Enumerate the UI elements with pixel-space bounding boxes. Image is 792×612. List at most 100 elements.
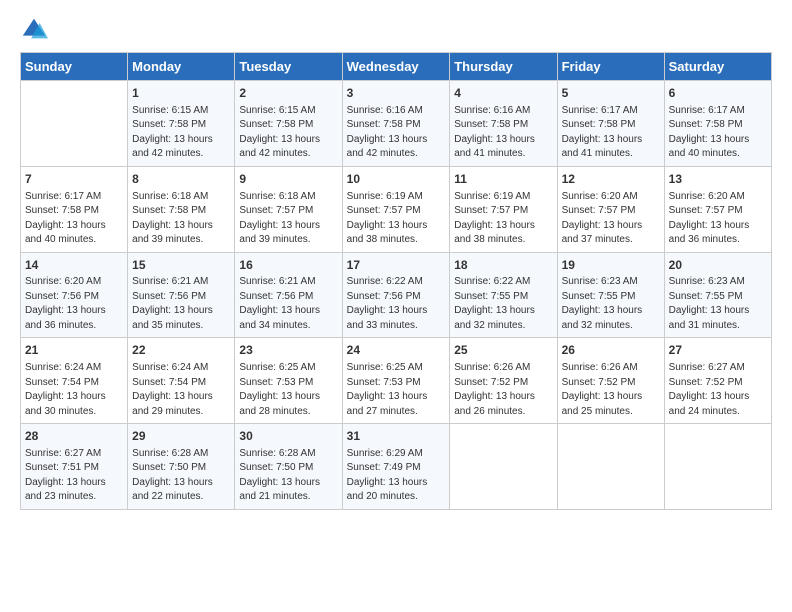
cell-content: Sunrise: 6:28 AM Sunset: 7:50 PM Dayligh… xyxy=(132,447,230,505)
day-number: 11 xyxy=(454,171,552,188)
calendar-week-4: 21 Sunrise: 6:24 AM Sunset: 7:54 PM Dayli… xyxy=(21,338,772,424)
calendar-cell: 11 Sunrise: 6:19 AM Sunset: 7:57 PM Dayli… xyxy=(450,166,557,252)
cell-content: Sunrise: 6:18 AM Sunset: 7:57 PM Dayligh… xyxy=(239,190,337,248)
cell-content: Sunrise: 6:25 AM Sunset: 7:53 PM Dayligh… xyxy=(347,361,446,419)
cell-content: Sunrise: 6:19 AM Sunset: 7:57 PM Dayligh… xyxy=(454,190,552,248)
calendar-cell: 1 Sunrise: 6:15 AM Sunset: 7:58 PM Daylig… xyxy=(128,81,235,167)
day-number: 2 xyxy=(239,85,337,102)
day-number: 24 xyxy=(347,342,446,359)
calendar-cell: 20Sunrise: 6:23 AM Sunset: 7:55 PM Dayli… xyxy=(664,252,771,338)
header-cell-sunday: Sunday xyxy=(21,53,128,81)
header-cell-thursday: Thursday xyxy=(450,53,557,81)
cell-content: Sunrise: 6:23 AM Sunset: 7:55 PM Dayligh… xyxy=(669,275,767,333)
calendar-cell: 28 Sunrise: 6:27 AM Sunset: 7:51 PM Dayli… xyxy=(21,424,128,510)
cell-content: Sunrise: 6:19 AM Sunset: 7:57 PM Dayligh… xyxy=(347,190,446,248)
calendar-week-5: 28 Sunrise: 6:27 AM Sunset: 7:51 PM Dayli… xyxy=(21,424,772,510)
day-number: 13 xyxy=(669,171,767,188)
cell-content: Sunrise: 6:17 AM Sunset: 7:58 PM Dayligh… xyxy=(562,104,660,162)
calendar-table: SundayMondayTuesdayWednesdayThursdayFrid… xyxy=(20,52,772,510)
cell-content: Sunrise: 6:20 AM Sunset: 7:57 PM Dayligh… xyxy=(562,190,660,248)
day-number: 18 xyxy=(454,257,552,274)
day-number: 3 xyxy=(347,85,446,102)
day-number: 7 xyxy=(25,171,123,188)
calendar-cell: 3 Sunrise: 6:16 AM Sunset: 7:58 PM Daylig… xyxy=(342,81,450,167)
calendar-cell: 10 Sunrise: 6:19 AM Sunset: 7:57 PM Dayli… xyxy=(342,166,450,252)
day-number: 1 xyxy=(132,85,230,102)
cell-content: Sunrise: 6:27 AM Sunset: 7:52 PM Dayligh… xyxy=(669,361,767,419)
cell-content: Sunrise: 6:22 AM Sunset: 7:55 PM Dayligh… xyxy=(454,275,552,333)
day-number: 31 xyxy=(347,428,446,445)
calendar-cell: 6 Sunrise: 6:17 AM Sunset: 7:58 PM Daylig… xyxy=(664,81,771,167)
calendar-cell: 22 Sunrise: 6:24 AM Sunset: 7:54 PM Dayli… xyxy=(128,338,235,424)
cell-content: Sunrise: 6:26 AM Sunset: 7:52 PM Dayligh… xyxy=(562,361,660,419)
header-cell-wednesday: Wednesday xyxy=(342,53,450,81)
day-number: 6 xyxy=(669,85,767,102)
calendar-cell xyxy=(450,424,557,510)
header-cell-friday: Friday xyxy=(557,53,664,81)
day-number: 26 xyxy=(562,342,660,359)
calendar-cell: 27 Sunrise: 6:27 AM Sunset: 7:52 PM Dayli… xyxy=(664,338,771,424)
calendar-cell: 5 Sunrise: 6:17 AM Sunset: 7:58 PM Daylig… xyxy=(557,81,664,167)
calendar-cell: 9 Sunrise: 6:18 AM Sunset: 7:57 PM Daylig… xyxy=(235,166,342,252)
cell-content: Sunrise: 6:29 AM Sunset: 7:49 PM Dayligh… xyxy=(347,447,446,505)
day-number: 25 xyxy=(454,342,552,359)
cell-content: Sunrise: 6:24 AM Sunset: 7:54 PM Dayligh… xyxy=(25,361,123,419)
day-number: 8 xyxy=(132,171,230,188)
calendar-cell: 21 Sunrise: 6:24 AM Sunset: 7:54 PM Dayli… xyxy=(21,338,128,424)
calendar-cell xyxy=(557,424,664,510)
calendar-header: SundayMondayTuesdayWednesdayThursdayFrid… xyxy=(21,53,772,81)
cell-content: Sunrise: 6:21 AM Sunset: 7:56 PM Dayligh… xyxy=(132,275,230,333)
day-number: 17 xyxy=(347,257,446,274)
cell-content: Sunrise: 6:26 AM Sunset: 7:52 PM Dayligh… xyxy=(454,361,552,419)
calendar-cell xyxy=(21,81,128,167)
day-number: 4 xyxy=(454,85,552,102)
calendar-cell: 24 Sunrise: 6:25 AM Sunset: 7:53 PM Dayli… xyxy=(342,338,450,424)
calendar-cell: 23Sunrise: 6:25 AM Sunset: 7:53 PM Dayli… xyxy=(235,338,342,424)
cell-content: Sunrise: 6:18 AM Sunset: 7:58 PM Dayligh… xyxy=(132,190,230,248)
cell-content: Sunrise: 6:21 AM Sunset: 7:56 PM Dayligh… xyxy=(239,275,337,333)
calendar-cell: 12Sunrise: 6:20 AM Sunset: 7:57 PM Dayli… xyxy=(557,166,664,252)
day-number: 14 xyxy=(25,257,123,274)
cell-content: Sunrise: 6:17 AM Sunset: 7:58 PM Dayligh… xyxy=(25,190,123,248)
logo-icon xyxy=(20,16,48,44)
cell-content: Sunrise: 6:28 AM Sunset: 7:50 PM Dayligh… xyxy=(239,447,337,505)
cell-content: Sunrise: 6:27 AM Sunset: 7:51 PM Dayligh… xyxy=(25,447,123,505)
cell-content: Sunrise: 6:25 AM Sunset: 7:53 PM Dayligh… xyxy=(239,361,337,419)
day-number: 10 xyxy=(347,171,446,188)
cell-content: Sunrise: 6:17 AM Sunset: 7:58 PM Dayligh… xyxy=(669,104,767,162)
calendar-cell: 18Sunrise: 6:22 AM Sunset: 7:55 PM Dayli… xyxy=(450,252,557,338)
cell-content: Sunrise: 6:15 AM Sunset: 7:58 PM Dayligh… xyxy=(132,104,230,162)
cell-content: Sunrise: 6:16 AM Sunset: 7:58 PM Dayligh… xyxy=(454,104,552,162)
cell-content: Sunrise: 6:23 AM Sunset: 7:55 PM Dayligh… xyxy=(562,275,660,333)
cell-content: Sunrise: 6:24 AM Sunset: 7:54 PM Dayligh… xyxy=(132,361,230,419)
cell-content: Sunrise: 6:16 AM Sunset: 7:58 PM Dayligh… xyxy=(347,104,446,162)
day-number: 16 xyxy=(239,257,337,274)
day-number: 27 xyxy=(669,342,767,359)
header-cell-saturday: Saturday xyxy=(664,53,771,81)
calendar-cell: 8 Sunrise: 6:18 AM Sunset: 7:58 PM Daylig… xyxy=(128,166,235,252)
day-number: 21 xyxy=(25,342,123,359)
calendar-cell: 15Sunrise: 6:21 AM Sunset: 7:56 PM Dayli… xyxy=(128,252,235,338)
calendar-cell: 19Sunrise: 6:23 AM Sunset: 7:55 PM Dayli… xyxy=(557,252,664,338)
cell-content: Sunrise: 6:22 AM Sunset: 7:56 PM Dayligh… xyxy=(347,275,446,333)
day-number: 9 xyxy=(239,171,337,188)
cell-content: Sunrise: 6:20 AM Sunset: 7:56 PM Dayligh… xyxy=(25,275,123,333)
cell-content: Sunrise: 6:20 AM Sunset: 7:57 PM Dayligh… xyxy=(669,190,767,248)
calendar-week-2: 7 Sunrise: 6:17 AM Sunset: 7:58 PM Daylig… xyxy=(21,166,772,252)
calendar-body: 1 Sunrise: 6:15 AM Sunset: 7:58 PM Daylig… xyxy=(21,81,772,510)
day-number: 22 xyxy=(132,342,230,359)
calendar-cell: 4 Sunrise: 6:16 AM Sunset: 7:58 PM Daylig… xyxy=(450,81,557,167)
calendar-week-3: 14Sunrise: 6:20 AM Sunset: 7:56 PM Dayli… xyxy=(21,252,772,338)
day-number: 15 xyxy=(132,257,230,274)
calendar-cell: 16Sunrise: 6:21 AM Sunset: 7:56 PM Dayli… xyxy=(235,252,342,338)
calendar-cell: 17Sunrise: 6:22 AM Sunset: 7:56 PM Dayli… xyxy=(342,252,450,338)
calendar-week-1: 1 Sunrise: 6:15 AM Sunset: 7:58 PM Daylig… xyxy=(21,81,772,167)
day-number: 19 xyxy=(562,257,660,274)
calendar-cell xyxy=(664,424,771,510)
day-number: 28 xyxy=(25,428,123,445)
day-number: 5 xyxy=(562,85,660,102)
header-cell-monday: Monday xyxy=(128,53,235,81)
day-number: 30 xyxy=(239,428,337,445)
day-number: 20 xyxy=(669,257,767,274)
calendar-cell: 26 Sunrise: 6:26 AM Sunset: 7:52 PM Dayli… xyxy=(557,338,664,424)
